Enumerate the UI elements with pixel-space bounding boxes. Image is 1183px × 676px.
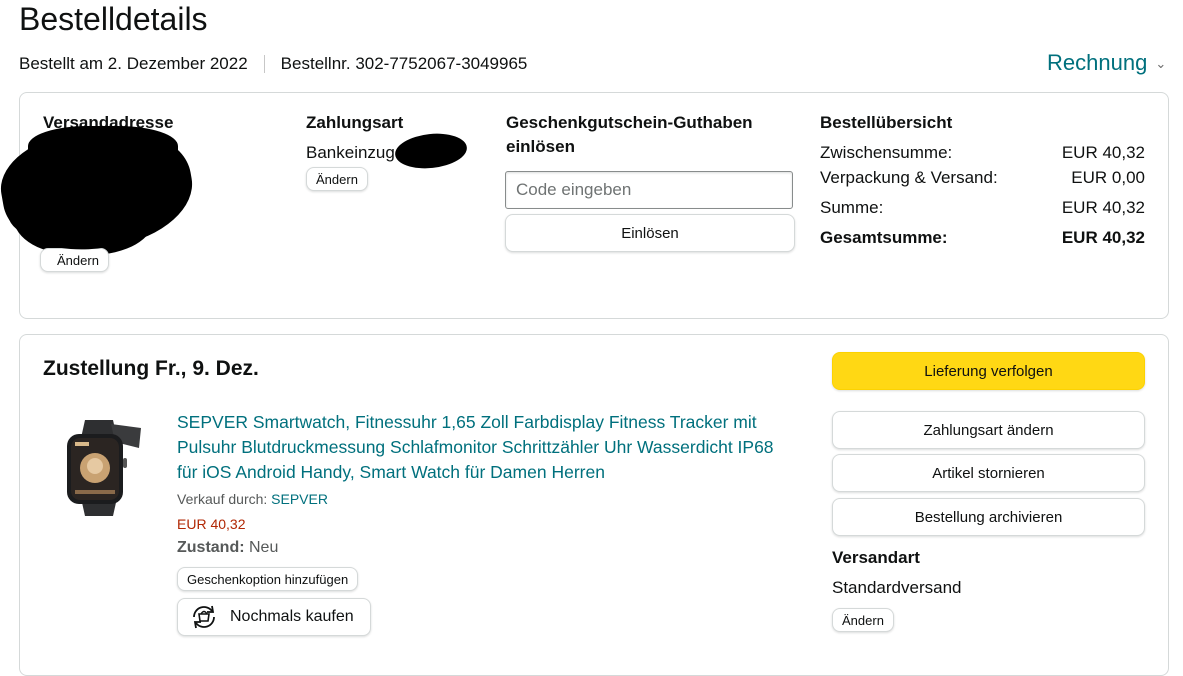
summary-row-sum: Summe: EUR 40,32 bbox=[820, 196, 1145, 220]
smartwatch-image[interactable] bbox=[55, 418, 145, 518]
summary-label: Zwischensumme: bbox=[820, 143, 953, 162]
meta-divider bbox=[263, 55, 265, 73]
shipping-method-value: Standardversand bbox=[832, 578, 962, 597]
order-meta: Bestellt am 2. Dezember 2022 Bestellnr. … bbox=[19, 54, 527, 74]
summary-value: EUR 40,32 bbox=[1061, 228, 1145, 247]
product-title-line[interactable]: SEPVER Smartwatch, Fitnessuhr 1,65 Zoll … bbox=[177, 410, 774, 435]
sold-by-label: Verkauf durch: bbox=[177, 491, 268, 507]
invoice-label[interactable]: Rechnung bbox=[1047, 50, 1147, 76]
summary-label: Summe: bbox=[820, 198, 884, 217]
buy-again-icon[interactable] bbox=[188, 603, 220, 631]
summary-value: EUR 40,32 bbox=[1061, 143, 1145, 162]
product-condition: Zustand: Neu bbox=[177, 538, 278, 558]
gift-card-heading-line1: Geschenkgutschein-Guthaben bbox=[506, 113, 753, 132]
gift-code-input[interactable] bbox=[505, 171, 793, 209]
gift-card-heading-line2: einlösen bbox=[506, 137, 575, 156]
product-title-link[interactable]: SEPVER Smartwatch, Fitnessuhr 1,65 Zoll … bbox=[177, 410, 774, 485]
seller-link[interactable]: SEPVER bbox=[271, 491, 328, 507]
summary-row-shipping: Verpackung & Versand: EUR 0,00 bbox=[820, 166, 1145, 190]
summary-heading: Bestellübersicht bbox=[820, 113, 953, 132]
gift-option-button[interactable]: Geschenkoption hinzufügen bbox=[177, 567, 359, 591]
summary-value: EUR 0,00 bbox=[1071, 168, 1145, 187]
change-payment-button[interactable]: Ändern bbox=[306, 167, 368, 191]
condition-value: Neu bbox=[249, 539, 279, 556]
redeem-button[interactable]: Einlösen bbox=[505, 214, 795, 252]
sold-by: Verkauf durch: SEPVER bbox=[177, 489, 328, 509]
product-title-line[interactable]: Pulsuhr Blutdruckmessung Schlafmonitor S… bbox=[177, 435, 774, 460]
summary-row-total: Gesamtsumme: EUR 40,32 bbox=[820, 226, 1145, 250]
summary-value: EUR 40,32 bbox=[1061, 198, 1145, 217]
cancel-items-button[interactable]: Artikel stornieren bbox=[832, 454, 1145, 492]
summary-label: Verpackung & Versand: bbox=[820, 168, 998, 187]
buy-again-button[interactable]: Nochmals kaufen bbox=[177, 598, 371, 636]
buy-again-label[interactable]: Nochmals kaufen bbox=[230, 608, 354, 626]
summary-row-subtotal: Zwischensumme: EUR 40,32 bbox=[820, 141, 1145, 165]
payment-heading: Zahlungsart bbox=[306, 113, 404, 132]
order-date: Bestellt am 2. Dezember 2022 bbox=[19, 54, 248, 73]
invoice-dropdown[interactable]: Rechnung ⌄ bbox=[1047, 50, 1166, 76]
change-shipping-method-button[interactable]: Ändern bbox=[832, 608, 894, 632]
change-payment-method-button[interactable]: Zahlungsart ändern bbox=[832, 411, 1145, 449]
shipping-method-heading: Versandart bbox=[832, 548, 920, 567]
order-number: Bestellnr. 302-7752067-3049965 bbox=[280, 54, 528, 73]
chevron-down-icon[interactable]: ⌄ bbox=[1155, 56, 1166, 72]
payment-method: Bankeinzug bbox=[306, 143, 395, 162]
product-title-line[interactable]: für iOS Android Handy, Smart Watch für D… bbox=[177, 460, 774, 485]
redaction-overlay bbox=[0, 114, 201, 264]
page-title: Bestelldetails bbox=[19, 1, 208, 37]
archive-order-button[interactable]: Bestellung archivieren bbox=[832, 498, 1145, 536]
delivery-heading: Zustellung Fr., 9. Dez. bbox=[43, 357, 259, 380]
condition-label: Zustand: bbox=[177, 539, 245, 556]
product-price: EUR 40,32 bbox=[177, 516, 246, 532]
track-package-button[interactable]: Lieferung verfolgen bbox=[832, 352, 1145, 390]
product-image[interactable] bbox=[55, 418, 145, 518]
summary-label: Gesamtsumme: bbox=[820, 228, 948, 247]
